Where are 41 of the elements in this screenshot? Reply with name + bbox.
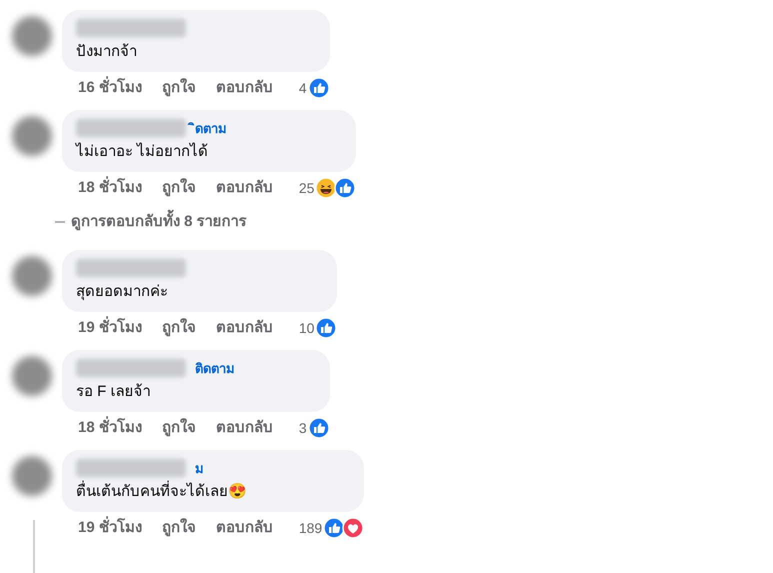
timestamp[interactable]: 19 ชั่วโมง bbox=[78, 316, 142, 340]
comment-text: ไม่เอาอะ ไม่อยากได้ bbox=[76, 142, 210, 162]
reaction-count[interactable]: 10 bbox=[298, 318, 314, 338]
like-link[interactable]: ถูกใจ bbox=[162, 516, 196, 540]
reaction-count[interactable]: 189 bbox=[298, 518, 322, 538]
reply-link[interactable]: ตอบกลับ bbox=[216, 516, 273, 540]
like-link[interactable]: ถูกใจ bbox=[162, 316, 196, 340]
avatar[interactable] bbox=[12, 256, 52, 296]
timestamp[interactable]: 16 ชั่วโมง bbox=[78, 76, 142, 100]
follow-link[interactable]: ติดตาม bbox=[190, 357, 235, 379]
timestamp[interactable]: 19 ชั่วโมง bbox=[78, 516, 142, 540]
timestamp[interactable]: 18 ชั่วโมง bbox=[78, 176, 142, 200]
reply-link[interactable]: ตอบกลับ bbox=[216, 76, 273, 100]
avatar[interactable] bbox=[12, 116, 52, 156]
avatar[interactable] bbox=[12, 356, 52, 396]
follow-link[interactable]: ิดตาม bbox=[190, 117, 227, 139]
like-reaction-icon bbox=[315, 317, 338, 339]
like-reaction-icon bbox=[308, 417, 330, 439]
avatar[interactable] bbox=[12, 16, 52, 56]
reaction-count[interactable]: 3 bbox=[298, 418, 307, 438]
reaction-count[interactable]: 4 bbox=[298, 78, 307, 98]
like-reaction-icon bbox=[308, 77, 330, 99]
reply-link[interactable]: ตอบกลับ bbox=[216, 176, 273, 200]
like-link[interactable]: ถูกใจ bbox=[162, 416, 196, 440]
comment-text: ปังมากจ้า bbox=[76, 42, 138, 62]
laughing-face-icon bbox=[315, 177, 338, 199]
comment-text: สุดยอดมากค่ะ bbox=[76, 282, 169, 302]
reaction-count[interactable]: 25 bbox=[298, 178, 314, 198]
like-link[interactable]: ถูกใจ bbox=[162, 76, 196, 100]
comment-text: รอ F เลยจ้า bbox=[76, 382, 152, 402]
heart-reaction-icon bbox=[342, 517, 364, 539]
like-reaction-icon bbox=[323, 517, 346, 539]
comment-text: ตื่นเต้นกับคนที่จะได้เลย😍 bbox=[76, 481, 350, 503]
like-reaction-icon bbox=[334, 177, 356, 199]
reply-link[interactable]: ตอบกลับ bbox=[216, 416, 273, 440]
like-link[interactable]: ถูกใจ bbox=[162, 176, 196, 200]
avatar[interactable] bbox=[12, 456, 52, 496]
view-replies-link[interactable]: ดูการตอบกลับทั้ง 8 รายการ bbox=[71, 210, 247, 234]
reply-link[interactable]: ตอบกลับ bbox=[216, 316, 273, 340]
follow-link[interactable]: ม bbox=[190, 457, 204, 479]
timestamp[interactable]: 18 ชั่วโมง bbox=[78, 416, 142, 440]
